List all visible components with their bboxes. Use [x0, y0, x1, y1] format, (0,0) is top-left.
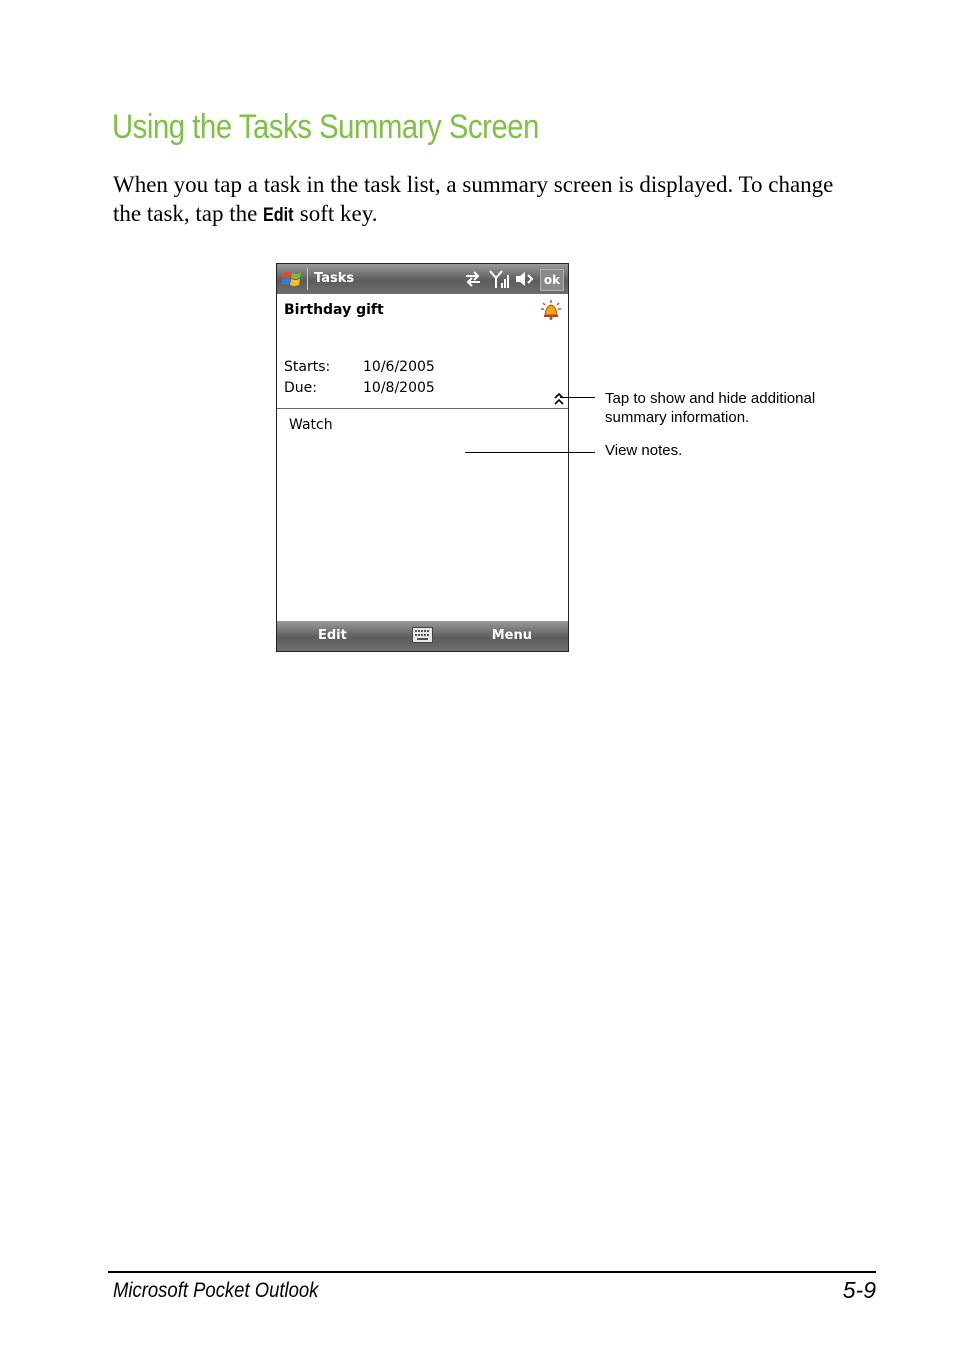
due-value: 10/8/2005	[363, 380, 435, 396]
intro-text-before: When you tap a task in the task list, a …	[113, 172, 834, 226]
footer-chapter: Microsoft Pocket Outlook	[113, 1279, 319, 1302]
app-title: Tasks	[314, 271, 355, 286]
due-label: Due:	[284, 380, 317, 396]
alarm-bell-icon	[541, 300, 561, 320]
starts-value: 10/6/2005	[363, 359, 435, 375]
notes-text[interactable]: Watch	[289, 417, 333, 433]
ok-button[interactable]: ok	[540, 269, 564, 291]
notes-callout-line	[465, 452, 595, 453]
edit-softkey[interactable]: Edit	[318, 628, 347, 643]
windows-start-icon[interactable]	[281, 268, 303, 290]
title-bar: Tasks ok	[277, 264, 568, 294]
volume-icon[interactable]	[514, 269, 534, 289]
footer-rule	[108, 1271, 876, 1273]
summary-panel[interactable]: Birthday gift Starts: 10/6/2005 Due: 10/…	[277, 294, 568, 409]
intro-paragraph: When you tap a task in the task list, a …	[113, 170, 853, 230]
page-number: 5-9	[842, 1277, 876, 1303]
section-heading: Using the Tasks Summary Screen	[112, 108, 539, 146]
expand-chevron-icon[interactable]	[553, 392, 565, 406]
expand-callout-line	[560, 397, 595, 398]
connectivity-icon[interactable]	[463, 269, 483, 289]
intro-text-after: soft key.	[294, 201, 378, 226]
soft-key-bar: Edit Menu	[277, 621, 568, 651]
task-summary-screenshot: Tasks ok Birthday gift Starts: 10/6/2005…	[276, 263, 569, 652]
starts-label: Starts:	[284, 359, 331, 375]
menu-softkey[interactable]: Menu	[492, 628, 532, 643]
expand-callout-text: Tap to show and hide additional summary …	[605, 390, 816, 426]
task-title: Birthday gift	[284, 302, 384, 318]
edit-keyword: Edit	[263, 205, 294, 226]
keyboard-icon[interactable]	[412, 627, 433, 643]
signal-icon[interactable]	[488, 269, 510, 289]
notes-callout-text: View notes.	[605, 442, 683, 459]
title-separator	[307, 268, 308, 290]
